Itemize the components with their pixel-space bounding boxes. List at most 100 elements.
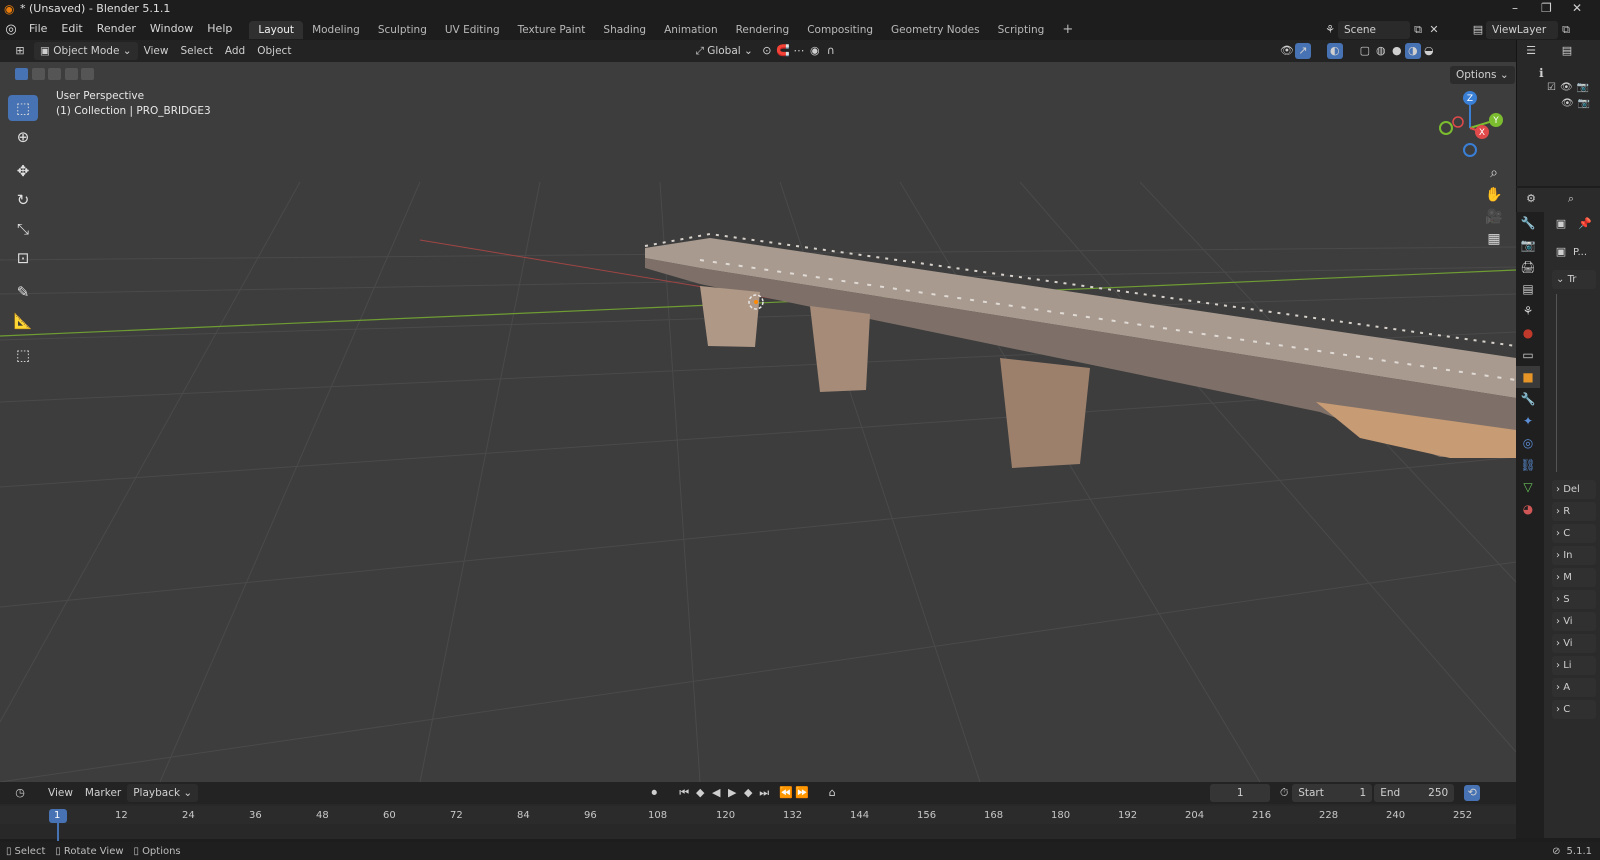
menu-object[interactable]: Object <box>251 42 297 60</box>
solid-shading-icon[interactable]: ● <box>1389 43 1405 59</box>
material-tab-icon[interactable]: ◕ <box>1516 498 1540 520</box>
section-c[interactable]: › C <box>1552 524 1596 543</box>
visibility-icon[interactable]: 👁 <box>1279 43 1295 59</box>
section-s[interactable]: › S <box>1552 590 1596 609</box>
menu-file[interactable]: File <box>22 18 54 40</box>
gizmo-toggle-icon[interactable]: ↗ <box>1294 43 1311 59</box>
pin-icon[interactable]: 📌 <box>1577 216 1593 232</box>
timeline-menu-view[interactable]: View <box>42 784 79 802</box>
clock-icon[interactable]: ⏱ <box>1276 785 1292 801</box>
select-box-icon[interactable]: ⬚ <box>8 95 38 121</box>
start-frame-field[interactable]: Start 1 <box>1292 784 1373 802</box>
overlay-toggle-icon[interactable]: ◐ <box>1326 43 1343 59</box>
properties-type-icon[interactable]: ⚙ <box>1523 191 1539 207</box>
3d-viewport[interactable]: User Perspective (1) Collection | PRO_BR… <box>0 62 1516 782</box>
keying-icon[interactable]: ⌂ <box>824 785 840 801</box>
ortho-grid-icon[interactable]: ▦ <box>1482 228 1506 250</box>
material-shading-icon[interactable]: ◑ <box>1404 43 1421 59</box>
eye-icon[interactable]: 👁 <box>1560 82 1573 93</box>
section-delta[interactable]: › Del <box>1552 480 1596 499</box>
remove-scene-icon[interactable]: ✕ <box>1426 22 1442 38</box>
new-scene-icon[interactable]: ⧉ <box>1410 22 1426 38</box>
tab-texture-paint[interactable]: Texture Paint <box>509 21 595 39</box>
tab-sculpting[interactable]: Sculpting <box>369 21 436 39</box>
navigation-gizmo[interactable]: Z Y X <box>1424 84 1504 164</box>
scene-name[interactable]: Scene <box>1338 21 1410 39</box>
checkbox-icon[interactable]: ☑ <box>1547 82 1556 93</box>
zoom-icon[interactable]: ⌕ <box>1482 162 1506 184</box>
scene-tab-icon[interactable]: ⚘ <box>1516 300 1540 322</box>
section-m[interactable]: › M <box>1552 568 1596 587</box>
menu-help[interactable]: Help <box>200 18 239 40</box>
mode-dropdown[interactable]: ▣ Object Mode ⌄ <box>34 42 138 60</box>
current-frame-field[interactable]: 1 <box>1210 784 1271 802</box>
pan-hand-icon[interactable]: ✋ <box>1482 184 1506 206</box>
menu-render[interactable]: Render <box>90 18 143 40</box>
end-frame-field[interactable]: End 250 <box>1374 784 1455 802</box>
tab-shading[interactable]: Shading <box>594 21 655 39</box>
xray-icon[interactable]: ▢ <box>1357 43 1373 59</box>
view-layer-tab-icon[interactable]: ▤ <box>1516 278 1540 300</box>
outliner-row-collection[interactable]: ☑ 👁 📷 <box>1547 82 1589 93</box>
tab-uv-editing[interactable]: UV Editing <box>436 21 509 39</box>
object-tab-icon[interactable]: ■ <box>1516 366 1540 388</box>
add-workspace-icon[interactable]: + <box>1053 21 1082 39</box>
physics-tab-icon[interactable]: ◎ <box>1516 432 1540 454</box>
menu-view[interactable]: View <box>138 42 175 60</box>
select-extend-icon[interactable] <box>31 68 45 80</box>
menu-add[interactable]: Add <box>219 42 251 60</box>
play-icon[interactable]: ▶ <box>724 785 740 801</box>
menu-edit[interactable]: Edit <box>54 18 89 40</box>
measure-tool-icon[interactable]: 📐 <box>8 308 38 334</box>
section-in[interactable]: › In <box>1552 546 1596 565</box>
timeline-menu-marker[interactable]: Marker <box>79 784 127 802</box>
section-vi-1[interactable]: › Vi <box>1552 612 1596 631</box>
tab-rendering[interactable]: Rendering <box>727 21 799 39</box>
close-button[interactable]: ✕ <box>1572 1 1582 15</box>
play-reverse-icon[interactable]: ◀ <box>708 785 724 801</box>
rotate-tool-icon[interactable]: ↻ <box>8 187 38 213</box>
pivot-icon[interactable]: ⊙ <box>759 43 775 59</box>
minimize-button[interactable]: – <box>1512 1 1518 15</box>
viewport-scene[interactable] <box>0 62 1516 782</box>
timeline-type-icon[interactable]: ◷ <box>12 785 28 801</box>
gizmo-neg-x-icon[interactable] <box>1452 116 1464 128</box>
menu-window[interactable]: Window <box>143 18 200 40</box>
tab-compositing[interactable]: Compositing <box>798 21 882 39</box>
annotate-tool-icon[interactable]: ✎ <box>8 279 38 305</box>
render-tab-icon[interactable]: 📷 <box>1516 234 1540 256</box>
scale-tool-icon[interactable]: ⤡ <box>8 216 38 242</box>
tab-scripting[interactable]: Scripting <box>989 21 1054 39</box>
tab-layout[interactable]: Layout <box>249 21 304 39</box>
blender-menu-icon[interactable]: ◎ <box>0 22 22 37</box>
section-li[interactable]: › Li <box>1552 656 1596 675</box>
section-vi-2[interactable]: › Vi <box>1552 634 1596 653</box>
section-transform[interactable]: ⌄ Tr <box>1552 270 1596 289</box>
particles-tab-icon[interactable]: ✦ <box>1516 410 1540 432</box>
select-invert-icon[interactable] <box>64 68 78 80</box>
add-cube-tool-icon[interactable]: ⬚ <box>8 342 38 368</box>
menu-select[interactable]: Select <box>174 42 218 60</box>
jump-end-icon[interactable]: ⏭ <box>756 785 772 801</box>
sync-icon[interactable]: ⟲ <box>1464 785 1481 801</box>
camera-view-icon[interactable]: 🎥 <box>1482 206 1506 228</box>
select-new-icon[interactable] <box>15 68 28 80</box>
viewlayer-name[interactable]: ViewLayer <box>1486 21 1558 39</box>
proportional-edit-icon[interactable]: ◉ <box>807 43 823 59</box>
tab-geometry-nodes[interactable]: Geometry Nodes <box>882 21 989 39</box>
camera-icon[interactable]: 📷 <box>1577 82 1589 93</box>
cursor-tool-icon[interactable]: ⊕ <box>8 124 38 150</box>
snap-target-icon[interactable]: ⋯ <box>791 43 807 59</box>
outliner-type-icon[interactable]: ☰ <box>1523 43 1539 59</box>
record-icon[interactable]: ⏺ <box>646 785 662 801</box>
rendered-shading-icon[interactable]: ◒ <box>1421 43 1437 59</box>
scene-selector[interactable]: ⚘ Scene ⧉ ✕ <box>1322 21 1442 39</box>
next-keyframe-icon[interactable]: ◆ <box>740 785 756 801</box>
tab-modeling[interactable]: Modeling <box>303 21 369 39</box>
timeline-menu-playback[interactable]: Playback ⌄ <box>127 784 199 802</box>
frame-ruler[interactable] <box>0 806 1516 824</box>
section-r[interactable]: › R <box>1552 502 1596 521</box>
output-tab-icon[interactable]: 🖨 <box>1516 256 1540 278</box>
collection-tab-icon[interactable]: ▭ <box>1516 344 1540 366</box>
properties-search-icon[interactable]: ⌕ <box>1563 191 1579 207</box>
